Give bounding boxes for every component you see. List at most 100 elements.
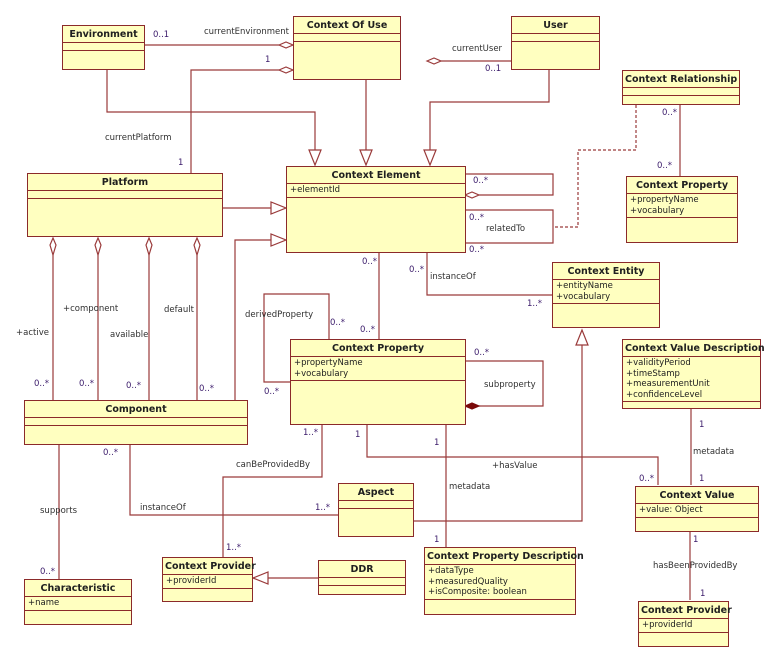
multiplicity: 0..* [79, 379, 95, 389]
class-attributes [623, 88, 739, 96]
aggregation-diamond-icon [145, 236, 153, 258]
class-operations [319, 586, 405, 591]
aggregation-diamond-icon [94, 236, 102, 258]
multiplicity: 1 [693, 535, 699, 545]
class-context-property-description[interactable]: Context Property Description +dataType +… [424, 547, 584, 615]
class-name: Aspect [339, 484, 413, 501]
class-name: Component [25, 401, 247, 418]
class-attributes [339, 501, 413, 509]
role-label: metadata [693, 447, 735, 457]
multiplicity: 1 [700, 589, 706, 599]
multiplicity: 0..* [330, 318, 346, 328]
class-attributes: +elementId [287, 184, 465, 198]
class-platform[interactable]: Platform [27, 173, 223, 237]
class-context-property[interactable]: Context Property +propertyName +vocabula… [290, 339, 466, 425]
multiplicity: 1 [178, 158, 184, 168]
class-name: Context Provider [639, 602, 732, 619]
role-label: default [164, 305, 194, 315]
multiplicity: 0..* [469, 245, 485, 255]
class-operations [25, 426, 247, 434]
role-label: supports [40, 506, 78, 516]
role-label: currentPlatform [105, 133, 172, 143]
multiplicity: 1 [434, 535, 440, 545]
class-context-of-use[interactable]: Context Of Use [293, 16, 401, 80]
class-attributes: +name [25, 597, 131, 611]
class-name: Context Relationship [623, 71, 739, 88]
class-user[interactable]: User [511, 16, 600, 70]
class-name: Context Entity [553, 263, 659, 280]
multiplicity: 1 [699, 420, 705, 430]
class-context-value[interactable]: Context Value +value: Object [635, 486, 759, 532]
attribute: +vocabulary [556, 291, 611, 302]
class-ddr[interactable]: DDR [318, 560, 406, 595]
class-environment[interactable]: Environment [62, 25, 145, 70]
class-attributes: +entityName +vocabulary [553, 280, 659, 304]
class-name: Characteristic [25, 580, 131, 597]
class-name: DDR [319, 561, 405, 578]
class-operations [287, 198, 465, 206]
multiplicity: 0..* [362, 257, 378, 267]
class-name: Context Property [291, 340, 465, 357]
assoc-platform-cou [190, 69, 279, 173]
class-operations [512, 42, 599, 50]
generalization-arrow-icon [423, 149, 437, 167]
attribute: +timeStamp [626, 368, 680, 379]
class-context-relationship[interactable]: Context Relationship [622, 70, 740, 105]
attribute: +providerId [166, 576, 217, 586]
class-operations [63, 51, 144, 59]
multiplicity: 0..1 [485, 64, 502, 74]
role-label: canBeProvidedBy [236, 460, 311, 470]
attribute: +providerId [642, 620, 693, 630]
class-name: Context Value Description [623, 340, 765, 357]
class-attributes: +providerId [639, 619, 728, 633]
generalization-arrow-icon [270, 233, 288, 247]
class-context-element[interactable]: Context Element +elementId [286, 166, 466, 253]
class-attributes [25, 418, 247, 426]
class-attributes [319, 578, 405, 586]
class-name: Context Of Use [294, 17, 400, 34]
multiplicity: 0..* [473, 176, 489, 186]
multiplicity: 1 [699, 474, 705, 484]
class-context-provider[interactable]: Context Provider +providerId [162, 557, 256, 602]
attribute: +dataType [428, 566, 474, 576]
attribute: +name [28, 598, 60, 608]
generalization-arrow-icon [359, 149, 373, 167]
attribute: +propertyName [294, 358, 363, 368]
class-name: Context Element [287, 167, 465, 184]
role-label: +component [63, 304, 119, 314]
role-label: metadata [449, 482, 491, 492]
class-context-provider-right[interactable]: Context Provider +providerId [638, 601, 732, 647]
class-component[interactable]: Component [24, 400, 248, 445]
attribute: +vocabulary [630, 205, 685, 216]
attribute: +entityName [556, 281, 613, 291]
attribute: +propertyName [630, 195, 699, 205]
role-label: instanceOf [430, 272, 476, 282]
class-aspect[interactable]: Aspect [338, 483, 414, 537]
class-characteristic[interactable]: Characteristic +name [24, 579, 132, 625]
generalization-arrow-icon [575, 328, 589, 346]
multiplicity: 1..* [303, 428, 319, 438]
gen-user-ce [429, 69, 550, 150]
multiplicity: 1 [434, 438, 440, 448]
multiplicity: 0..* [264, 387, 280, 397]
class-operations [339, 509, 413, 517]
aggregation-diamond-icon [425, 57, 443, 65]
role-label: hasBeenProvidedBy [653, 561, 738, 571]
role-label: instanceOf [140, 503, 186, 513]
aggregation-diamond-icon [277, 41, 295, 49]
class-operations [163, 589, 252, 595]
class-operations [425, 600, 575, 606]
class-attributes: +dataType +measuredQuality +isComposite:… [425, 565, 575, 600]
aggregation-diamond-icon [277, 66, 295, 74]
class-name: Context Provider [163, 558, 256, 575]
role-label: relatedTo [486, 224, 526, 234]
aggregation-diamond-icon [463, 191, 481, 199]
class-context-entity[interactable]: Context Entity +entityName +vocabulary [552, 262, 660, 328]
class-context-property-right[interactable]: Context Property +propertyName +vocabula… [626, 176, 738, 243]
class-operations [28, 199, 222, 207]
multiplicity: 1 [265, 55, 271, 65]
class-context-value-description[interactable]: Context Value Description +validityPerio… [622, 339, 765, 409]
attribute: +vocabulary [294, 368, 349, 379]
class-operations [623, 96, 739, 101]
class-attributes: +validityPeriod +timeStamp +measurementU… [623, 357, 760, 402]
